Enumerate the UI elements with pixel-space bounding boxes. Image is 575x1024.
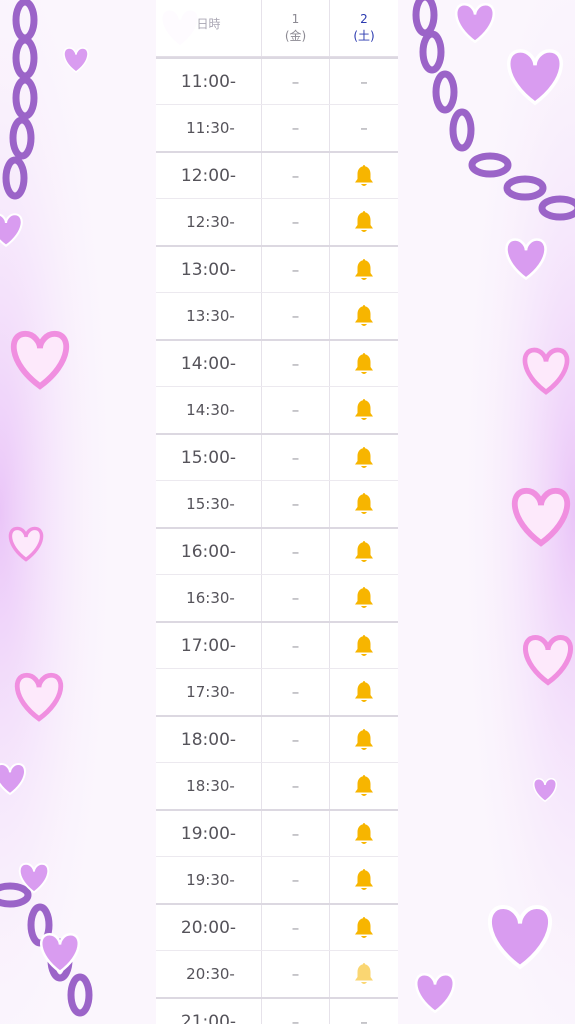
unavailable-mark: –: [360, 1012, 368, 1024]
table-row: 14:00- –: [156, 339, 398, 386]
table-row: 11:00- – –: [156, 57, 398, 104]
bell-icon[interactable]: [330, 341, 398, 386]
table-row: 18:30- –: [156, 762, 398, 809]
unavailable-mark: –: [262, 341, 330, 386]
table-row: 17:30- –: [156, 668, 398, 715]
unavailable-mark: –: [262, 575, 330, 621]
time-slot-label: 17:30-: [156, 669, 262, 715]
table-row: 11:30- – –: [156, 104, 398, 151]
unavailable-mark: –: [360, 72, 368, 91]
header-day-1-number: 1: [291, 12, 300, 26]
table-row: 13:00- –: [156, 245, 398, 292]
unavailable-mark: –: [262, 717, 330, 762]
bell-icon[interactable]: [330, 905, 398, 950]
table-row: 16:00- –: [156, 527, 398, 574]
unavailable-mark: –: [262, 247, 330, 292]
table-row: 15:30- –: [156, 480, 398, 527]
header-day-1: 1 (金): [262, 0, 330, 56]
bell-icon[interactable]: [330, 481, 398, 527]
time-slot-label: 11:00-: [156, 59, 262, 104]
time-slot-label: 21:00-: [156, 999, 262, 1024]
time-slot-label: 16:30-: [156, 575, 262, 621]
header-datetime-label: 日時: [196, 17, 221, 31]
time-slot-label: 18:00-: [156, 717, 262, 762]
unavailable-mark: –: [262, 905, 330, 950]
time-slot-label: 19:00-: [156, 811, 262, 856]
table-row: 18:00- –: [156, 715, 398, 762]
table-row: 14:30- –: [156, 386, 398, 433]
bell-icon[interactable]: [330, 811, 398, 856]
bell-icon[interactable]: [330, 199, 398, 245]
unavailable-mark: –: [262, 669, 330, 715]
unavailable-mark: –: [262, 857, 330, 903]
unavailable-mark: –: [262, 529, 330, 574]
time-slot-label: 17:00-: [156, 623, 262, 668]
table-row: 21:00- – –: [156, 997, 398, 1024]
reservation-schedule-table: 日時 1 (金) 2 (土) 11:00- – –11:30- – –12:00- –12…: [156, 0, 398, 1024]
table-body: 11:00- – –11:30- – –12:00- –12:30- –13:00- –13:…: [156, 57, 398, 1024]
unavailable-mark: –: [262, 951, 330, 997]
unavailable-mark: –: [262, 763, 330, 809]
header-day-2-weekday: (土): [353, 29, 375, 43]
bell-icon[interactable]: [330, 435, 398, 480]
unavailable-mark: –: [262, 481, 330, 527]
bell-icon[interactable]: [330, 529, 398, 574]
time-slot-label: 20:00-: [156, 905, 262, 950]
table-row: 12:30- –: [156, 198, 398, 245]
bell-icon[interactable]: [330, 623, 398, 668]
header-datetime: 日時: [156, 0, 262, 56]
unavailable-mark: –: [262, 105, 330, 151]
bell-icon[interactable]: [330, 669, 398, 715]
unavailable-mark: –: [262, 59, 330, 104]
unavailable-mark: –: [262, 293, 330, 339]
time-slot-label: 11:30-: [156, 105, 262, 151]
header-day-2-number: 2: [360, 12, 368, 26]
time-slot-label: 19:30-: [156, 857, 262, 903]
bell-icon[interactable]: [330, 763, 398, 809]
unavailable-mark: –: [262, 623, 330, 668]
header-day-1-weekday: (金): [284, 29, 307, 43]
unavailable-mark: –: [262, 153, 330, 198]
bell-icon[interactable]: [330, 153, 398, 198]
table-row: 20:00- –: [156, 903, 398, 950]
bell-icon[interactable]: [330, 857, 398, 903]
unavailable-mark: –: [360, 119, 368, 137]
unavailable-mark: –: [262, 435, 330, 480]
table-row: 15:00- –: [156, 433, 398, 480]
bell-icon[interactable]: [330, 387, 398, 433]
bell-icon[interactable]: [330, 951, 398, 997]
unavailable-mark: –: [262, 999, 330, 1024]
table-row: 20:30- –: [156, 950, 398, 997]
time-slot-label: 14:30-: [156, 387, 262, 433]
table-row: 12:00- –: [156, 151, 398, 198]
bell-icon[interactable]: [330, 247, 398, 292]
table-row: 17:00- –: [156, 621, 398, 668]
table-header: 日時 1 (金) 2 (土): [156, 0, 398, 57]
table-row: 13:30- –: [156, 292, 398, 339]
table-row: 19:00- –: [156, 809, 398, 856]
time-slot-label: 13:30-: [156, 293, 262, 339]
table-row: 16:30- –: [156, 574, 398, 621]
time-slot-label: 12:30-: [156, 199, 262, 245]
time-slot-label: 18:30-: [156, 763, 262, 809]
unavailable-mark: –: [262, 387, 330, 433]
time-slot-label: 14:00-: [156, 341, 262, 386]
time-slot-label: 15:30-: [156, 481, 262, 527]
unavailable-mark: –: [262, 811, 330, 856]
bell-icon[interactable]: [330, 575, 398, 621]
table-row: 19:30- –: [156, 856, 398, 903]
header-day-2: 2 (土): [330, 0, 398, 56]
time-slot-label: 12:00-: [156, 153, 262, 198]
time-slot-label: 13:00-: [156, 247, 262, 292]
bell-icon[interactable]: [330, 717, 398, 762]
unavailable-mark: –: [262, 199, 330, 245]
time-slot-label: 20:30-: [156, 951, 262, 997]
time-slot-label: 15:00-: [156, 435, 262, 480]
bell-icon[interactable]: [330, 293, 398, 339]
time-slot-label: 16:00-: [156, 529, 262, 574]
